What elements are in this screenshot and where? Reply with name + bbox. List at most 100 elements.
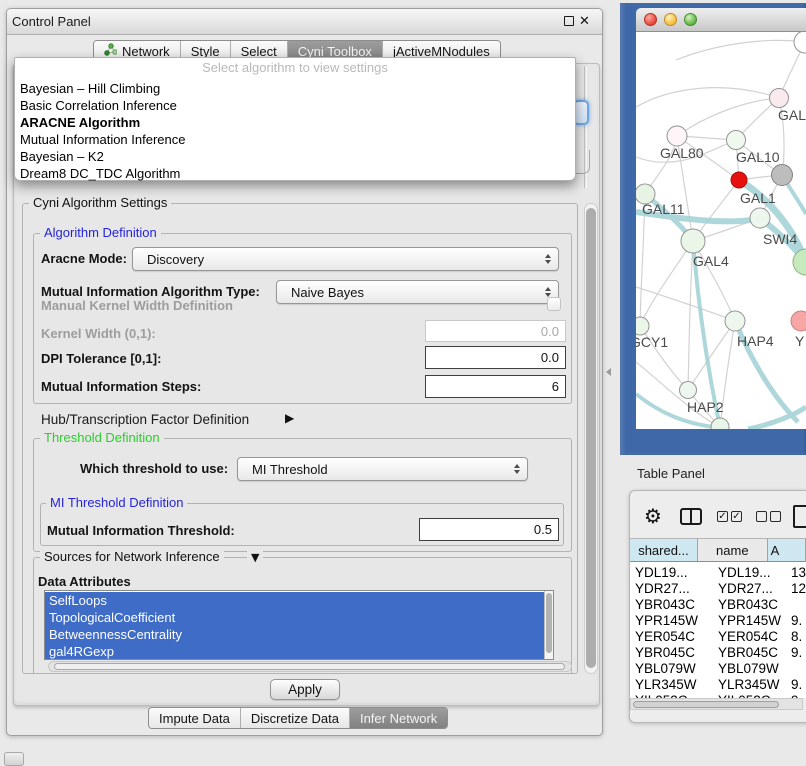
table-body: YDL19...YDL19...13YDR27...YDR27...12YBR0… bbox=[630, 562, 806, 698]
collapse-down-icon[interactable]: ▼ bbox=[247, 551, 263, 565]
table-cell: YBL079W bbox=[630, 661, 708, 677]
tab-discretize-data[interactable]: Discretize Data bbox=[240, 708, 349, 728]
table-cell: YPR145W bbox=[708, 613, 788, 629]
kernel-width-field[interactable]: 0.0 bbox=[425, 320, 566, 342]
column-header-name[interactable]: name bbox=[698, 538, 768, 562]
expand-right-icon[interactable]: ▶ bbox=[285, 411, 294, 425]
settings-vscrollbar-track[interactable] bbox=[584, 203, 598, 674]
attribute-item-betweennesscentrality[interactable]: BetweennessCentrality bbox=[45, 626, 545, 643]
network-node-gal2[interactable] bbox=[770, 89, 789, 108]
algorithm-item-aracne-algorithm[interactable]: ARACNE Algorithm bbox=[15, 114, 575, 131]
gear-icon[interactable]: ⚙ bbox=[644, 505, 662, 527]
table-hscrollbar-thumb[interactable] bbox=[633, 701, 779, 708]
node-label-gal2: GAL2 bbox=[778, 107, 806, 123]
show-all-columns-icon[interactable]: ✓ ✓ bbox=[717, 511, 742, 522]
table-row[interactable]: YER054CYER054C8. bbox=[630, 629, 806, 645]
attribute-item-topologicalcoefficient[interactable]: TopologicalCoefficient bbox=[45, 609, 545, 626]
attribute-item-gal4rgexp[interactable]: gal4RGexp bbox=[45, 643, 545, 660]
settings-hscrollbar-track[interactable] bbox=[48, 661, 572, 672]
tab-infer-network[interactable]: Infer Network bbox=[349, 708, 447, 728]
sources-group-title[interactable]: Sources for Network Inference bbox=[40, 550, 224, 564]
dpi-tolerance-label: DPI Tolerance [0,1]: bbox=[41, 351, 161, 366]
settings-vscrollbar-thumb[interactable] bbox=[586, 208, 596, 668]
hub-tf-section-label[interactable]: Hub/Transcription Factor Definition bbox=[41, 412, 249, 427]
list-scrollbar-track[interactable] bbox=[544, 591, 553, 659]
table-row[interactable]: YDL19...YDL19...13 bbox=[630, 565, 806, 581]
table-cell: YER054C bbox=[630, 629, 708, 645]
algorithm-item-bayesian-hill-climbing[interactable]: Bayesian – Hill Climbing bbox=[15, 80, 575, 97]
algorithm-item-dream8-dc-tdc-algorithm[interactable]: Dream8 DC_TDC Algorithm bbox=[15, 165, 575, 182]
close-traffic-light-icon[interactable] bbox=[644, 13, 657, 26]
table-cell bbox=[788, 597, 806, 613]
table-row[interactable]: YBR045CYBR045C9. bbox=[630, 645, 806, 661]
zoom-traffic-light-icon[interactable] bbox=[684, 13, 697, 26]
minimize-traffic-light-icon[interactable] bbox=[664, 13, 677, 26]
manual-kernel-checkbox[interactable] bbox=[547, 297, 561, 311]
table-row[interactable]: YBR043CYBR043C bbox=[630, 597, 806, 613]
which-threshold-combo[interactable]: MI Threshold bbox=[237, 457, 528, 481]
table-row[interactable]: YLR345WYLR345W9. bbox=[630, 677, 806, 693]
table-cell: 13 bbox=[788, 565, 806, 581]
table-row[interactable]: YBL079WYBL079W bbox=[630, 661, 806, 677]
columns-icon[interactable] bbox=[680, 508, 702, 525]
attribute-items: SelfLoopsTopologicalCoefficientBetweenne… bbox=[45, 592, 545, 660]
table-cell: YBR043C bbox=[630, 597, 708, 613]
list-scrollbar-thumb[interactable] bbox=[546, 593, 552, 653]
table-cell: 9. bbox=[788, 677, 806, 693]
manual-kernel-label: Manual Kernel Width Definition bbox=[41, 298, 233, 313]
node-label-y: Y bbox=[795, 333, 805, 349]
table-cell: YLR345W bbox=[708, 677, 788, 693]
node-label-gal11: GAL11 bbox=[642, 201, 685, 217]
mi-type-combo[interactable]: Naive Bayes bbox=[276, 280, 559, 304]
network-node-hap2[interactable] bbox=[680, 382, 697, 399]
apply-button[interactable]: Apply bbox=[270, 679, 340, 700]
network-node[interactable] bbox=[794, 32, 806, 53]
network-node-y[interactable] bbox=[791, 311, 806, 331]
network-node-gal4[interactable] bbox=[681, 229, 705, 253]
panel-divider-arrow-icon[interactable] bbox=[606, 368, 611, 376]
table-hscrollbar-track[interactable] bbox=[630, 698, 803, 710]
network-node-gcy1[interactable] bbox=[636, 317, 649, 335]
mi-threshold-field[interactable]: 0.5 bbox=[419, 518, 559, 541]
column-header-partial[interactable]: A bbox=[768, 538, 806, 562]
algorithm-item-basic-correlation-inference[interactable]: Basic Correlation Inference bbox=[15, 97, 575, 114]
tab-impute-data[interactable]: Impute Data bbox=[149, 708, 240, 728]
hide-all-columns-icon[interactable] bbox=[756, 511, 781, 522]
float-icon[interactable] bbox=[564, 16, 574, 26]
table-row[interactable]: YDR27...YDR27...12 bbox=[630, 581, 806, 597]
column-header-shared-name[interactable]: shared... bbox=[630, 538, 698, 562]
control-panel-titlebar[interactable]: Control Panel ✕ bbox=[7, 9, 602, 35]
aracne-mode-value: Discovery bbox=[140, 252, 204, 267]
network-graph: GAL2GAL80GAL10GAL1SWI4GAL11GAL4GCY1HAP4Y… bbox=[636, 32, 806, 429]
table-cell: YBR045C bbox=[630, 645, 708, 661]
aracne-mode-combo[interactable]: Discovery bbox=[132, 247, 559, 271]
settings-hscrollbar-thumb[interactable] bbox=[54, 663, 565, 670]
network-canvas[interactable]: GAL2GAL80GAL10GAL1SWI4GAL11GAL4GCY1HAP4Y… bbox=[636, 32, 806, 429]
table-cell: YLR345W bbox=[630, 677, 708, 693]
attribute-item-selfloops[interactable]: SelfLoops bbox=[45, 592, 545, 609]
mi-threshold-label: Mutual Information Threshold: bbox=[47, 523, 235, 538]
collapsed-panel-icon[interactable] bbox=[4, 752, 24, 766]
network-node-gal10[interactable] bbox=[727, 131, 746, 150]
mi-steps-field[interactable]: 6 bbox=[425, 375, 566, 398]
network-window-titlebar[interactable] bbox=[636, 8, 806, 32]
network-node-gal80[interactable] bbox=[667, 126, 687, 146]
network-node-labels: GAL2GAL80GAL10GAL1SWI4GAL11GAL4GCY1HAP4Y… bbox=[636, 107, 806, 415]
algorithm-item-bayesian-k2[interactable]: Bayesian – K2 bbox=[15, 148, 575, 165]
network-node-gal1[interactable] bbox=[731, 172, 747, 188]
mi-type-label: Mutual Information Algorithm Type: bbox=[41, 284, 260, 299]
combo-arrows-icon bbox=[545, 287, 551, 297]
new-table-icon[interactable] bbox=[793, 505, 806, 528]
network-node-swi4[interactable] bbox=[750, 208, 770, 228]
unchecked-box-icon bbox=[770, 511, 781, 522]
table-row[interactable]: YPR145WYPR145W9. bbox=[630, 613, 806, 629]
close-icon[interactable]: ✕ bbox=[579, 16, 590, 28]
which-threshold-label: Which threshold to use: bbox=[80, 461, 228, 476]
algorithm-item-mutual-information-inference[interactable]: Mutual Information Inference bbox=[15, 131, 575, 148]
node-label-hap2: HAP2 bbox=[687, 399, 724, 415]
dpi-tolerance-field[interactable]: 0.0 bbox=[425, 346, 566, 369]
tab-label: Discretize Data bbox=[251, 711, 339, 726]
network-node-hap4[interactable] bbox=[725, 311, 745, 331]
tab-label: Impute Data bbox=[159, 711, 230, 726]
network-node[interactable] bbox=[772, 165, 793, 186]
